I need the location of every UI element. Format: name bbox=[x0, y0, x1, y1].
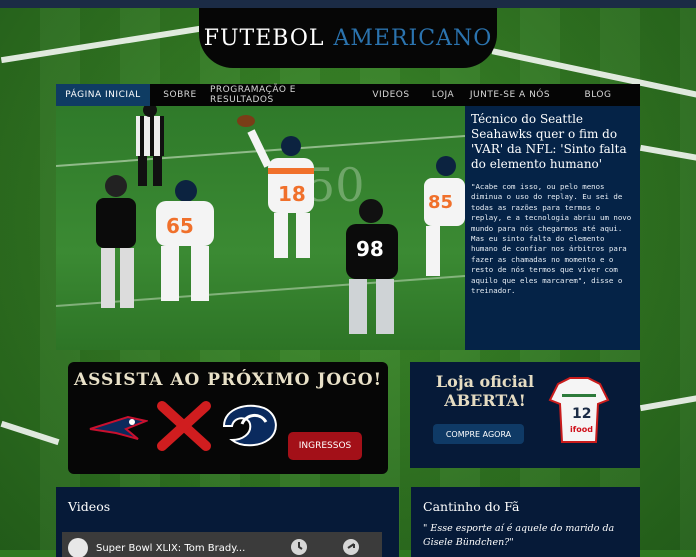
store-title-line1: Loja oficial bbox=[435, 372, 535, 391]
svg-text:12: 12 bbox=[572, 406, 591, 422]
header-bar bbox=[0, 0, 696, 8]
videos-panel: Videos Super Bowl XLIX: Tom Brady... bbox=[56, 487, 399, 557]
main-nav: Página inicial Sobre Programação e resul… bbox=[56, 84, 640, 106]
hero-headline[interactable]: Técnico do Seattle Seahawks quer o fim d… bbox=[471, 112, 634, 172]
fan-corner-title: Cantinho do Fã bbox=[423, 499, 520, 514]
rams-logo-icon bbox=[222, 404, 277, 447]
referee-figure bbox=[136, 106, 164, 186]
nav-item-store[interactable]: Loja bbox=[422, 84, 464, 106]
nav-item-about[interactable]: Sobre bbox=[150, 84, 210, 106]
patriots-logo-icon bbox=[89, 415, 148, 440]
logo-title-white: FUTEBOL bbox=[203, 25, 325, 51]
nav-item-videos[interactable]: Videos bbox=[360, 84, 422, 106]
nav-item-blog[interactable]: Blog bbox=[556, 84, 640, 106]
tickets-button[interactable]: INGRESSOS bbox=[288, 432, 362, 460]
jersey-product-image[interactable]: 12 ifood bbox=[548, 376, 610, 446]
hero-section: 50 18 65 98 85 Técnico do Seattle Seahaw… bbox=[56, 106, 640, 350]
nav-item-schedule[interactable]: Programação e resultados bbox=[210, 84, 360, 106]
next-game-panel: ASSISTA AO PRÓXIMO JOGO! INGRESSOS bbox=[68, 362, 388, 474]
svg-text:98: 98 bbox=[356, 237, 384, 261]
site-logo[interactable]: FUTEBOL AMERICANO bbox=[199, 8, 497, 68]
jersey-number-text: 18 bbox=[278, 182, 306, 206]
store-title: Loja oficial ABERTA! bbox=[422, 372, 548, 410]
svg-text:50: 50 bbox=[306, 158, 365, 212]
channel-avatar bbox=[68, 538, 88, 557]
versus-x-icon bbox=[157, 401, 211, 451]
share-icon[interactable] bbox=[342, 538, 360, 556]
svg-text:85: 85 bbox=[428, 192, 453, 213]
hero-article: Técnico do Seattle Seahawks quer o fim d… bbox=[465, 106, 640, 350]
hero-body-text: "Acabe com isso, ou pelo menos diminua o… bbox=[471, 182, 632, 296]
logo-title-blue: AMERICANO bbox=[333, 25, 493, 51]
defender-figure: 98 bbox=[346, 199, 398, 334]
svg-text:65: 65 bbox=[166, 214, 194, 238]
video-player[interactable]: Super Bowl XLIX: Tom Brady... bbox=[62, 532, 382, 557]
receiver-figure: 85 bbox=[424, 156, 465, 276]
fan-quote: " Esse esporte aí é aquele do marido da … bbox=[423, 523, 615, 548]
next-game-title: ASSISTA AO PRÓXIMO JOGO! bbox=[73, 370, 383, 390]
nav-item-join[interactable]: Junte-se a nós bbox=[464, 84, 556, 106]
football-action-illustration: 50 18 65 98 85 bbox=[56, 106, 465, 334]
hero-image[interactable]: 50 18 65 98 85 bbox=[56, 106, 465, 350]
video-title[interactable]: Super Bowl XLIX: Tom Brady... bbox=[96, 543, 245, 554]
svg-text:ifood: ifood bbox=[570, 425, 593, 434]
defender-figure bbox=[96, 175, 136, 308]
videos-title: Videos bbox=[68, 499, 111, 514]
buy-now-button[interactable]: COMPRE AGORA bbox=[433, 424, 524, 444]
watch-later-icon[interactable] bbox=[290, 538, 308, 556]
store-title-line2: ABERTA! bbox=[444, 391, 526, 410]
fan-corner-panel: Cantinho do Fã " Esse esporte aí é aquel… bbox=[411, 487, 640, 557]
store-panel: Loja oficial ABERTA! COMPRE AGORA 12 ifo… bbox=[410, 362, 640, 468]
quarterback-figure: 18 bbox=[237, 115, 314, 258]
lineman-figure: 65 bbox=[156, 180, 214, 301]
nav-item-home[interactable]: Página inicial bbox=[56, 84, 150, 106]
